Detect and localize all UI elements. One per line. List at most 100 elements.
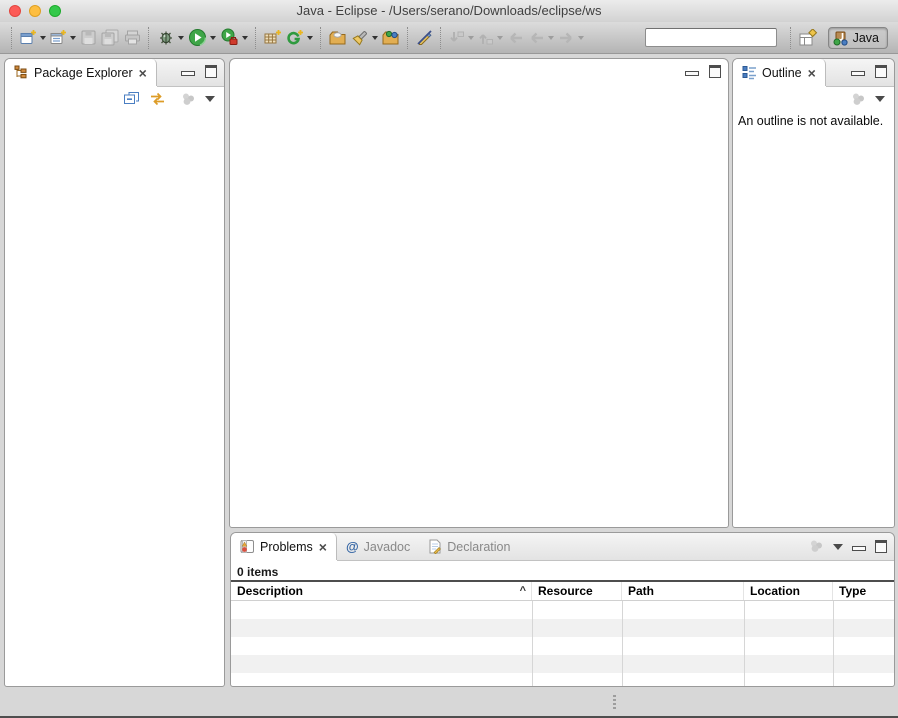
perspective-bar-handle[interactable] bbox=[790, 27, 792, 49]
toolbar-separator bbox=[148, 27, 150, 49]
close-view-icon[interactable]: × bbox=[319, 542, 327, 552]
minimize-editor-button[interactable] bbox=[685, 71, 699, 76]
minimize-view-button[interactable] bbox=[852, 546, 866, 551]
statusbar-drag-handle[interactable] bbox=[613, 695, 616, 709]
tab-package-explorer[interactable]: Package Explorer × bbox=[5, 59, 157, 86]
mark-occurrences-button[interactable] bbox=[414, 27, 435, 48]
run-dropdown-arrow-icon[interactable] bbox=[210, 36, 216, 40]
open-type-icon bbox=[382, 30, 400, 46]
collapse-all-icon[interactable] bbox=[123, 91, 140, 107]
java-perspective-button[interactable]: Java bbox=[828, 27, 888, 49]
outline-toolbar bbox=[733, 87, 894, 111]
outline-empty-message: An outline is not available. bbox=[733, 111, 894, 131]
view-menu-icon bbox=[181, 92, 196, 106]
search-button[interactable] bbox=[349, 27, 380, 49]
outline-icon bbox=[742, 65, 757, 80]
search-icon bbox=[351, 29, 369, 47]
next-annotation-dropdown-arrow-icon bbox=[468, 36, 474, 40]
open-perspective-button[interactable] bbox=[797, 27, 820, 49]
java-perspective-icon bbox=[833, 30, 849, 46]
tab-outline[interactable]: Outline × bbox=[733, 59, 826, 86]
forward-button bbox=[556, 28, 586, 48]
new-class-button[interactable] bbox=[284, 27, 315, 48]
column-header-path[interactable]: Path bbox=[622, 582, 744, 600]
print-icon bbox=[124, 29, 141, 46]
tab-declaration[interactable]: Declaration bbox=[419, 533, 519, 560]
tab-label: Package Explorer bbox=[34, 66, 133, 80]
java-perspective-label: Java bbox=[853, 31, 879, 45]
view-menu-icon bbox=[809, 539, 824, 553]
tab-label: Javadoc bbox=[364, 540, 411, 554]
column-header-location[interactable]: Location bbox=[744, 582, 833, 600]
previous-annotation-button bbox=[476, 28, 505, 48]
maximize-view-button[interactable] bbox=[875, 540, 887, 553]
maximize-view-button[interactable] bbox=[875, 65, 887, 78]
maximize-view-button[interactable] bbox=[205, 65, 217, 78]
new-dropdown-arrow-icon[interactable] bbox=[40, 36, 46, 40]
debug-button[interactable] bbox=[155, 27, 186, 49]
new-wizard-button[interactable] bbox=[48, 27, 78, 48]
save-all-icon bbox=[101, 29, 120, 46]
maximize-editor-button[interactable] bbox=[709, 65, 721, 78]
run-icon bbox=[188, 28, 207, 47]
column-header-description[interactable]: Description ^ bbox=[231, 582, 532, 600]
debug-icon bbox=[157, 29, 175, 47]
tab-javadoc[interactable]: @ Javadoc bbox=[337, 533, 419, 560]
problems-table-header: Description ^ Resource Path Location Typ… bbox=[231, 580, 894, 601]
package-explorer-icon bbox=[14, 65, 29, 80]
external-tools-dropdown-arrow-icon[interactable] bbox=[242, 36, 248, 40]
problems-view: Problems × @ Javadoc Declaration bbox=[230, 532, 895, 687]
new-java-project-button[interactable] bbox=[262, 27, 284, 48]
back-icon bbox=[528, 30, 545, 46]
open-type-button[interactable] bbox=[380, 28, 402, 48]
forward-dropdown-arrow-icon bbox=[578, 36, 584, 40]
view-menu-arrow-icon[interactable] bbox=[833, 544, 843, 550]
column-divider bbox=[532, 601, 533, 687]
column-header-type[interactable]: Type bbox=[833, 582, 894, 600]
view-menu-arrow-icon[interactable] bbox=[875, 96, 885, 102]
package-explorer-tree[interactable] bbox=[5, 111, 224, 681]
package-explorer-tabbar: Package Explorer × bbox=[5, 59, 224, 87]
print-button bbox=[122, 27, 143, 48]
view-menu-arrow-icon[interactable] bbox=[205, 96, 215, 102]
tab-label: Declaration bbox=[447, 540, 510, 554]
toolbar-drag-handle[interactable] bbox=[11, 27, 13, 49]
new-wizard-icon bbox=[50, 29, 67, 46]
save-button bbox=[78, 27, 99, 48]
table-row bbox=[231, 619, 894, 637]
external-tools-button[interactable] bbox=[218, 26, 250, 49]
new-class-icon bbox=[286, 29, 304, 46]
run-button[interactable] bbox=[186, 26, 218, 49]
toolbar-separator bbox=[440, 27, 442, 49]
window-title: Java - Eclipse - /Users/serano/Downloads… bbox=[0, 3, 898, 18]
title-bar: Java - Eclipse - /Users/serano/Downloads… bbox=[0, 0, 898, 23]
previous-annotation-dropdown-arrow-icon bbox=[497, 36, 503, 40]
minimize-view-button[interactable] bbox=[181, 71, 195, 76]
new-java-project-icon bbox=[264, 29, 282, 46]
close-view-icon[interactable]: × bbox=[139, 68, 147, 78]
tab-label: Outline bbox=[762, 66, 802, 80]
editor-area[interactable] bbox=[229, 58, 729, 528]
column-header-resource[interactable]: Resource bbox=[532, 582, 622, 600]
close-view-icon[interactable]: × bbox=[808, 68, 816, 78]
new-class-dropdown-arrow-icon[interactable] bbox=[307, 36, 313, 40]
debug-dropdown-arrow-icon[interactable] bbox=[178, 36, 184, 40]
table-row bbox=[231, 673, 894, 687]
open-task-button[interactable] bbox=[327, 28, 349, 48]
eclipse-window: Java - Eclipse - /Users/serano/Downloads… bbox=[0, 0, 898, 718]
new-wizard-dropdown-arrow-icon[interactable] bbox=[70, 36, 76, 40]
back-button bbox=[526, 28, 556, 48]
outline-tabbar: Outline × bbox=[733, 59, 894, 87]
tab-problems[interactable]: Problems × bbox=[231, 533, 337, 560]
declaration-icon bbox=[428, 539, 442, 554]
quick-access-input[interactable] bbox=[645, 28, 777, 47]
toolbar-separator bbox=[407, 27, 409, 49]
search-dropdown-arrow-icon[interactable] bbox=[372, 36, 378, 40]
last-edit-location-button bbox=[505, 28, 526, 48]
new-button[interactable] bbox=[18, 27, 48, 48]
link-editor-icon[interactable] bbox=[149, 91, 166, 107]
problems-tabbar: Problems × @ Javadoc Declaration bbox=[231, 533, 894, 561]
outline-view: Outline × An outline is not available. bbox=[732, 58, 895, 528]
minimize-view-button[interactable] bbox=[851, 71, 865, 76]
save-all-button bbox=[99, 27, 122, 48]
